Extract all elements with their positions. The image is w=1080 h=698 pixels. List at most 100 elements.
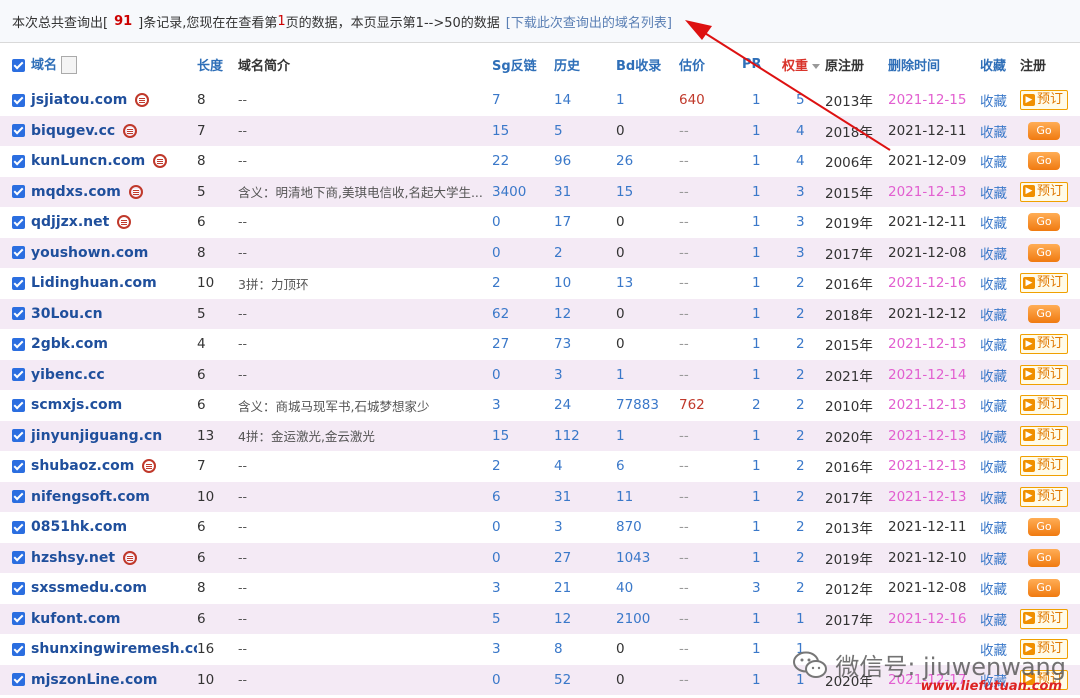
row-checkbox[interactable] — [12, 185, 25, 199]
favorite-link[interactable]: 收藏 — [980, 155, 1007, 171]
go-button[interactable]: Go — [1028, 548, 1060, 567]
weight-value[interactable]: 3 — [796, 214, 805, 230]
pr-value[interactable]: 1 — [752, 153, 761, 169]
sg-backlinks[interactable]: 3 — [492, 580, 501, 596]
header-pr[interactable]: PR — [742, 43, 782, 85]
bd-indexed[interactable]: 870 — [616, 519, 642, 535]
reserve-button[interactable]: ▶ 预订 — [1020, 395, 1069, 416]
reserve-button[interactable]: ▶ 预订 — [1020, 639, 1069, 660]
favorite-link[interactable]: 收藏 — [980, 94, 1007, 110]
weight-value[interactable]: 1 — [796, 672, 805, 688]
domain-link[interactable]: 0851hk.com — [31, 519, 127, 535]
header-length[interactable]: 长度 — [197, 43, 238, 85]
header-fav[interactable]: 收藏 — [980, 43, 1020, 85]
row-checkbox[interactable] — [12, 612, 25, 626]
domain-link[interactable]: kunLuncn.com — [31, 153, 145, 169]
weight-value[interactable]: 2 — [796, 489, 805, 505]
pr-value[interactable]: 1 — [752, 672, 761, 688]
select-all-checkbox[interactable] — [12, 58, 25, 72]
pr-value[interactable]: 1 — [752, 214, 761, 230]
favorite-link[interactable]: 收藏 — [980, 491, 1007, 507]
header-history[interactable]: 历史 — [554, 43, 616, 85]
favorite-link[interactable]: 收藏 — [980, 643, 1007, 659]
bd-indexed[interactable]: 1 — [616, 92, 625, 108]
row-checkbox[interactable] — [12, 93, 25, 107]
row-checkbox[interactable] — [12, 276, 25, 290]
history-count[interactable]: 12 — [554, 611, 571, 627]
sg-backlinks[interactable]: 0 — [492, 519, 501, 535]
pr-value[interactable]: 1 — [752, 275, 761, 291]
row-checkbox[interactable] — [12, 246, 25, 260]
sg-backlinks[interactable]: 3 — [492, 397, 501, 413]
sg-backlinks[interactable]: 27 — [492, 336, 509, 352]
weight-value[interactable]: 2 — [796, 428, 805, 444]
history-count[interactable]: 112 — [554, 428, 580, 444]
history-count[interactable]: 3 — [554, 367, 563, 383]
history-count[interactable]: 14 — [554, 92, 571, 108]
go-button[interactable]: Go — [1028, 121, 1060, 140]
favorite-link[interactable]: 收藏 — [980, 552, 1007, 568]
domain-link[interactable]: nifengsoft.com — [31, 489, 150, 505]
row-checkbox[interactable] — [12, 642, 25, 656]
pr-value[interactable]: 1 — [752, 519, 761, 535]
go-button[interactable]: Go — [1028, 304, 1060, 323]
weight-value[interactable]: 2 — [796, 306, 805, 322]
favorite-link[interactable]: 收藏 — [980, 247, 1007, 263]
bd-indexed[interactable]: 13 — [616, 275, 633, 291]
row-checkbox[interactable] — [12, 520, 25, 534]
row-checkbox[interactable] — [12, 307, 25, 321]
sg-backlinks[interactable]: 2 — [492, 275, 501, 291]
weight-value[interactable]: 2 — [796, 336, 805, 352]
history-count[interactable]: 8 — [554, 641, 563, 657]
sg-backlinks[interactable]: 15 — [492, 428, 509, 444]
weight-value[interactable]: 2 — [796, 367, 805, 383]
domain-link[interactable]: sxssmedu.com — [31, 580, 147, 596]
favorite-link[interactable]: 收藏 — [980, 186, 1007, 202]
domain-link[interactable]: yibenc.cc — [31, 367, 105, 383]
weight-value[interactable]: 2 — [796, 519, 805, 535]
row-checkbox[interactable] — [12, 459, 25, 473]
weight-value[interactable]: 3 — [796, 184, 805, 200]
sg-backlinks[interactable]: 0 — [492, 214, 501, 230]
reserve-button[interactable]: ▶ 预订 — [1020, 486, 1069, 507]
reserve-button[interactable]: ▶ 预订 — [1020, 364, 1069, 385]
favorite-link[interactable]: 收藏 — [980, 338, 1007, 354]
history-count[interactable]: 73 — [554, 336, 571, 352]
sg-backlinks[interactable]: 7 — [492, 92, 501, 108]
favorite-link[interactable]: 收藏 — [980, 430, 1007, 446]
domain-link[interactable]: hzshsy.net — [31, 550, 115, 566]
domain-link[interactable]: jsjiatou.com — [31, 92, 127, 108]
row-checkbox[interactable] — [12, 490, 25, 504]
bd-indexed[interactable]: 77883 — [616, 397, 659, 413]
pr-value[interactable]: 1 — [752, 550, 761, 566]
go-button[interactable]: Go — [1028, 152, 1060, 171]
favorite-link[interactable]: 收藏 — [980, 460, 1007, 476]
bd-indexed[interactable]: 1 — [616, 367, 625, 383]
weight-value[interactable]: 1 — [796, 641, 805, 657]
reserve-button[interactable]: ▶ 预订 — [1020, 456, 1069, 477]
pr-value[interactable]: 1 — [752, 428, 761, 444]
pr-value[interactable]: 1 — [752, 611, 761, 627]
go-button[interactable]: Go — [1028, 213, 1060, 232]
row-checkbox[interactable] — [12, 368, 25, 382]
bd-indexed[interactable]: 11 — [616, 489, 633, 505]
history-count[interactable]: 52 — [554, 672, 571, 688]
sg-backlinks[interactable]: 2 — [492, 458, 501, 474]
weight-value[interactable]: 2 — [796, 397, 805, 413]
domain-link[interactable]: shubaoz.com — [31, 458, 134, 474]
bd-indexed[interactable]: 40 — [616, 580, 633, 596]
weight-value[interactable]: 2 — [796, 580, 805, 596]
history-count[interactable]: 31 — [554, 184, 571, 200]
pr-value[interactable]: 1 — [752, 458, 761, 474]
download-domain-list-link[interactable]: [下载此次查询出的域名列表] — [506, 12, 672, 31]
go-button[interactable]: Go — [1028, 579, 1060, 598]
sg-backlinks[interactable]: 22 — [492, 153, 509, 169]
domain-link[interactable]: youshown.com — [31, 245, 148, 261]
pr-value[interactable]: 1 — [752, 641, 761, 657]
domain-link[interactable]: mjszonLine.com — [31, 672, 157, 688]
go-button[interactable]: Go — [1028, 243, 1060, 262]
row-checkbox[interactable] — [12, 124, 25, 138]
bd-indexed[interactable]: 6 — [616, 458, 625, 474]
domain-link[interactable]: Lidinghuan.com — [31, 275, 157, 291]
domain-link[interactable]: 30Lou.cn — [31, 306, 103, 322]
